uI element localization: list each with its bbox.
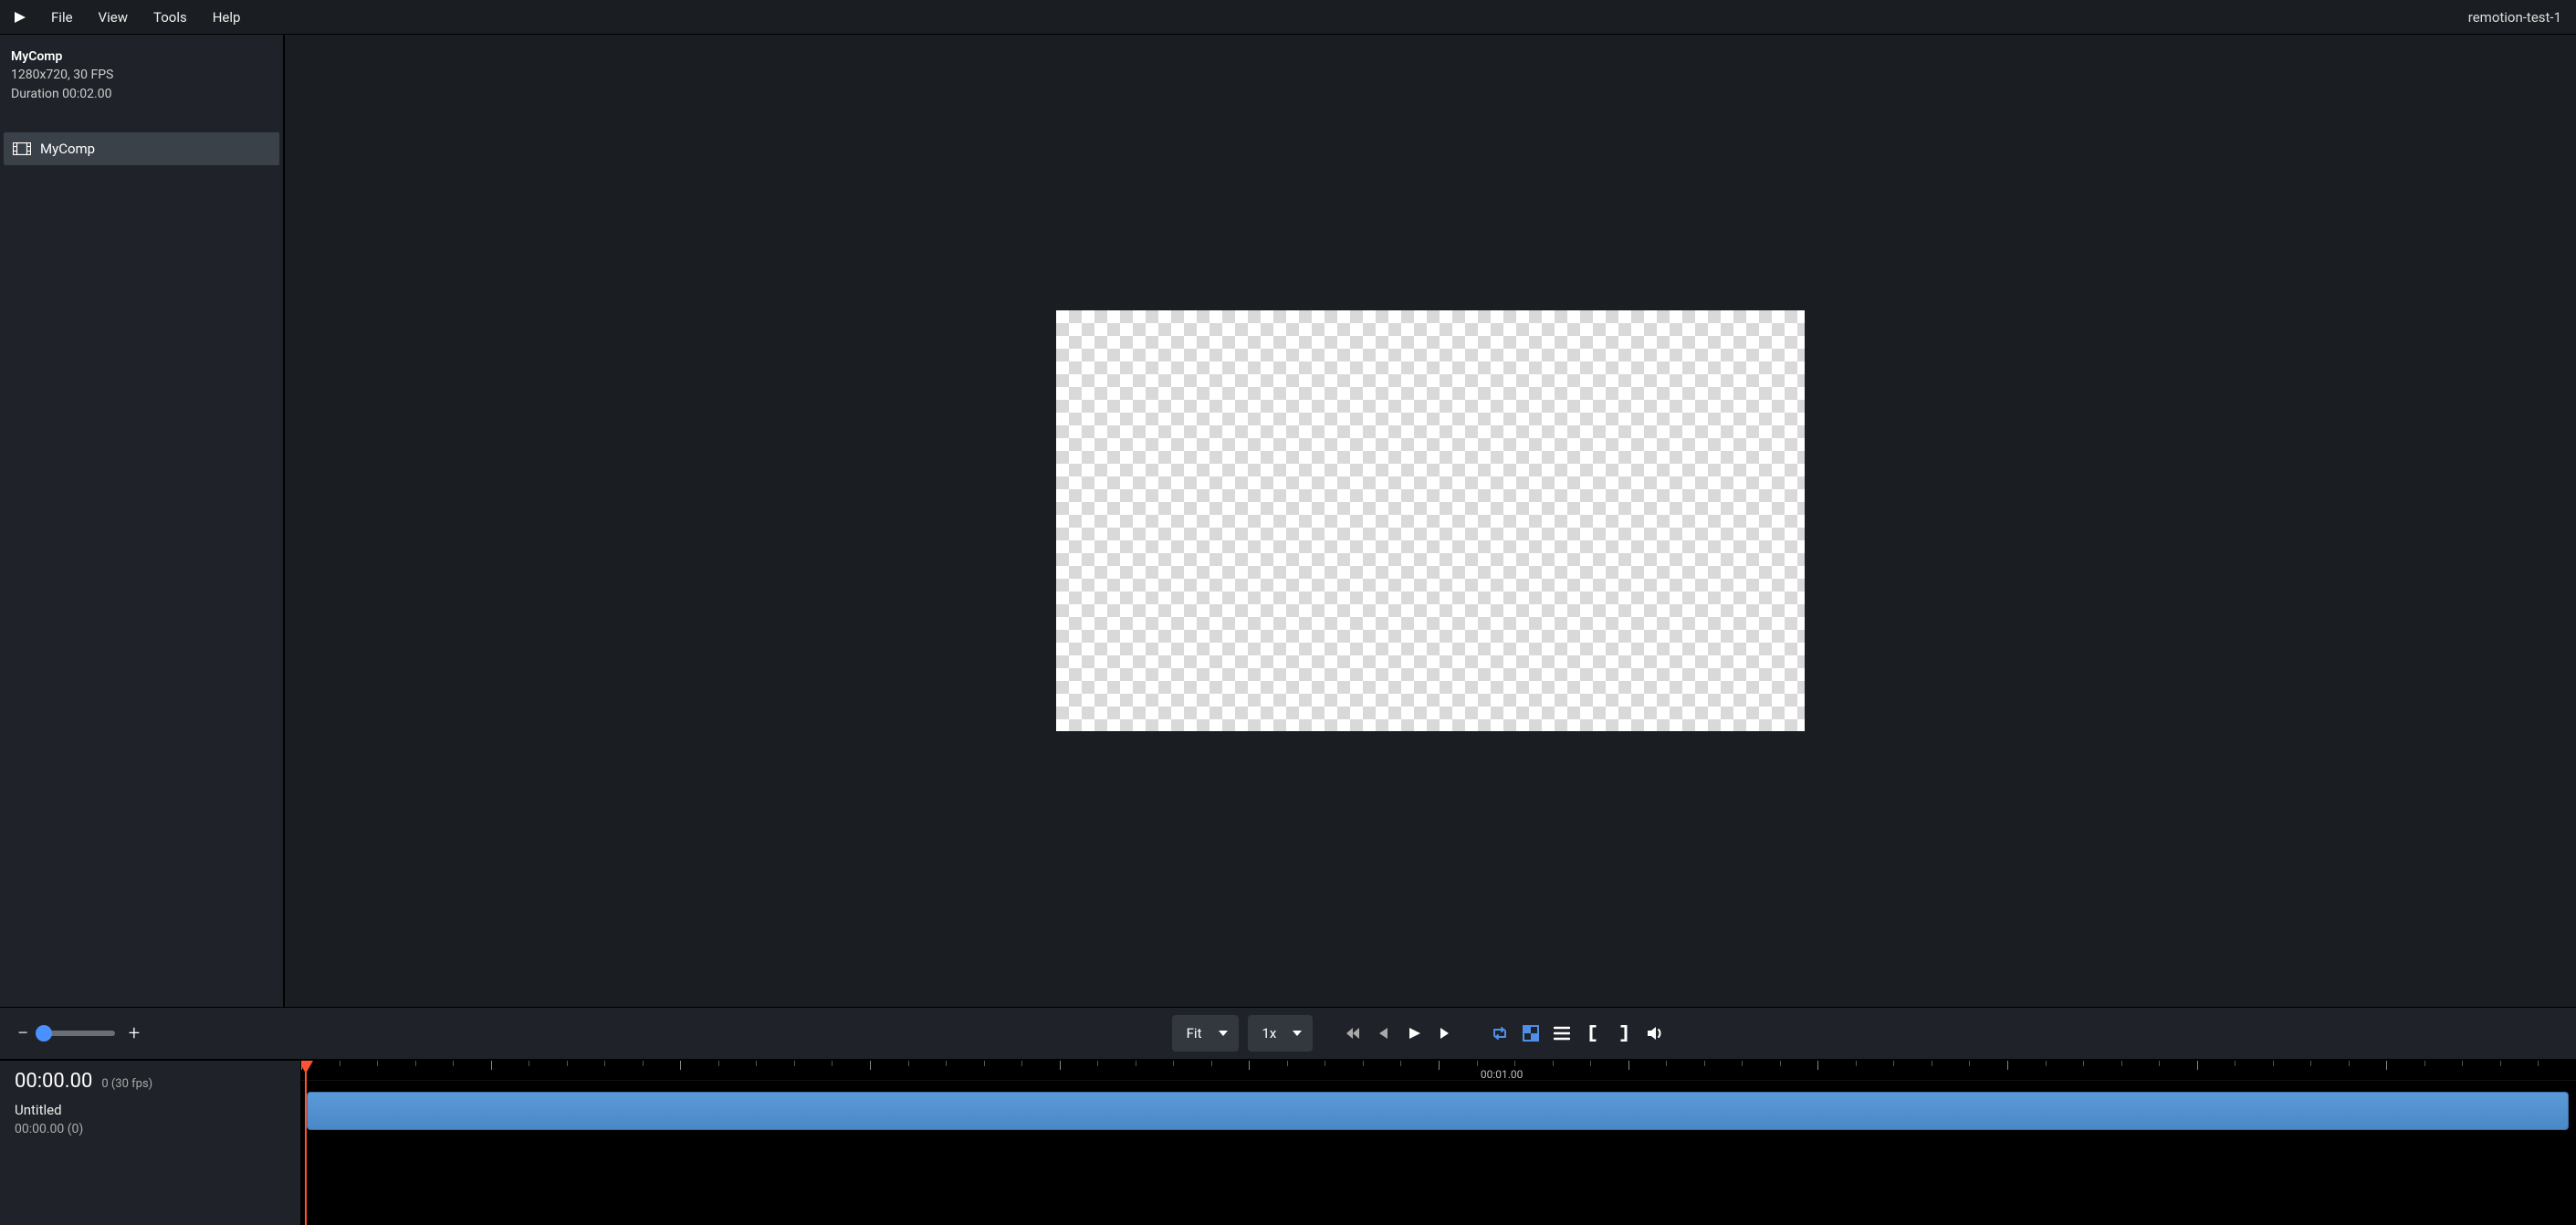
sidebar: MyComp 1280x720, 30 FPS Duration 00:02.0… [0,35,285,1007]
in-point-button[interactable] [1579,1020,1607,1047]
loop-button[interactable] [1486,1020,1513,1047]
menu-file[interactable]: File [38,0,86,34]
chevron-down-icon [1293,1031,1302,1036]
volume-button[interactable] [1641,1020,1669,1047]
zoom-out-button[interactable]: − [13,1023,33,1043]
preview-pane [285,35,2576,1007]
film-icon [13,142,31,155]
zoom-slider[interactable] [42,1031,115,1036]
timeline: 00:00.00 0 (30 fps) Untitled 00:00.00 (0… [0,1061,2576,1225]
out-point-button[interactable] [1610,1020,1638,1047]
ruler-label: 00:01.00 [1481,1068,1524,1081]
fit-dropdown-label: Fit [1187,1025,1202,1042]
zoom-slider-thumb[interactable] [36,1025,52,1042]
app-logo-icon [11,8,29,26]
composition-duration: Duration 00:02.00 [11,85,272,103]
step-forward-button[interactable] [1431,1020,1459,1047]
main-area: MyComp 1280x720, 30 FPS Duration 00:02.0… [0,35,2576,1008]
list-button[interactable] [1548,1020,1576,1047]
speed-dropdown[interactable]: 1x [1248,1015,1314,1052]
composition-list-item[interactable]: MyComp [4,132,279,165]
skip-to-start-button[interactable] [1338,1020,1366,1047]
composition-specs: 1280x720, 30 FPS [11,66,272,84]
composition-list-item-label: MyComp [40,141,95,157]
control-bar: − + Fit 1x [0,1008,2576,1061]
timeline-fps-label: 0 (30 fps) [101,1077,152,1091]
composition-info: MyComp 1280x720, 30 FPS Duration 00:02.0… [0,35,283,118]
timeline-current-time: 00:00.00 [15,1070,92,1093]
fit-dropdown[interactable]: Fit [1172,1015,1239,1052]
play-button[interactable] [1400,1020,1428,1047]
menubar: File View Tools Help remotion-test-1 [0,0,2576,35]
chevron-down-icon [1219,1031,1228,1036]
timeline-track-area[interactable]: 00:01.00 [301,1061,2576,1225]
step-back-button[interactable] [1369,1020,1397,1047]
timeline-info-panel: 00:00.00 0 (30 fps) Untitled 00:00.00 (0… [0,1061,301,1225]
playback-options [1486,1020,1669,1047]
preview-canvas[interactable] [1056,310,1805,731]
transport-controls [1338,1020,1459,1047]
composition-list: MyComp [4,132,279,165]
timeline-clip[interactable] [307,1092,2569,1130]
timeline-ruler[interactable]: 00:01.00 [301,1061,2576,1081]
menu-tools[interactable]: Tools [141,0,200,34]
zoom-in-button[interactable]: + [124,1023,144,1043]
speed-dropdown-label: 1x [1262,1025,1277,1042]
timeline-track-name: Untitled [15,1102,286,1118]
composition-name: MyComp [11,47,272,66]
timeline-track-subtime: 00:00.00 (0) [15,1122,286,1136]
project-name: remotion-test-1 [2468,9,2569,26]
menu-view[interactable]: View [86,0,141,34]
zoom-controls: − + [13,1023,268,1043]
checker-toggle-button[interactable] [1517,1020,1545,1047]
menu-help[interactable]: Help [200,0,254,34]
